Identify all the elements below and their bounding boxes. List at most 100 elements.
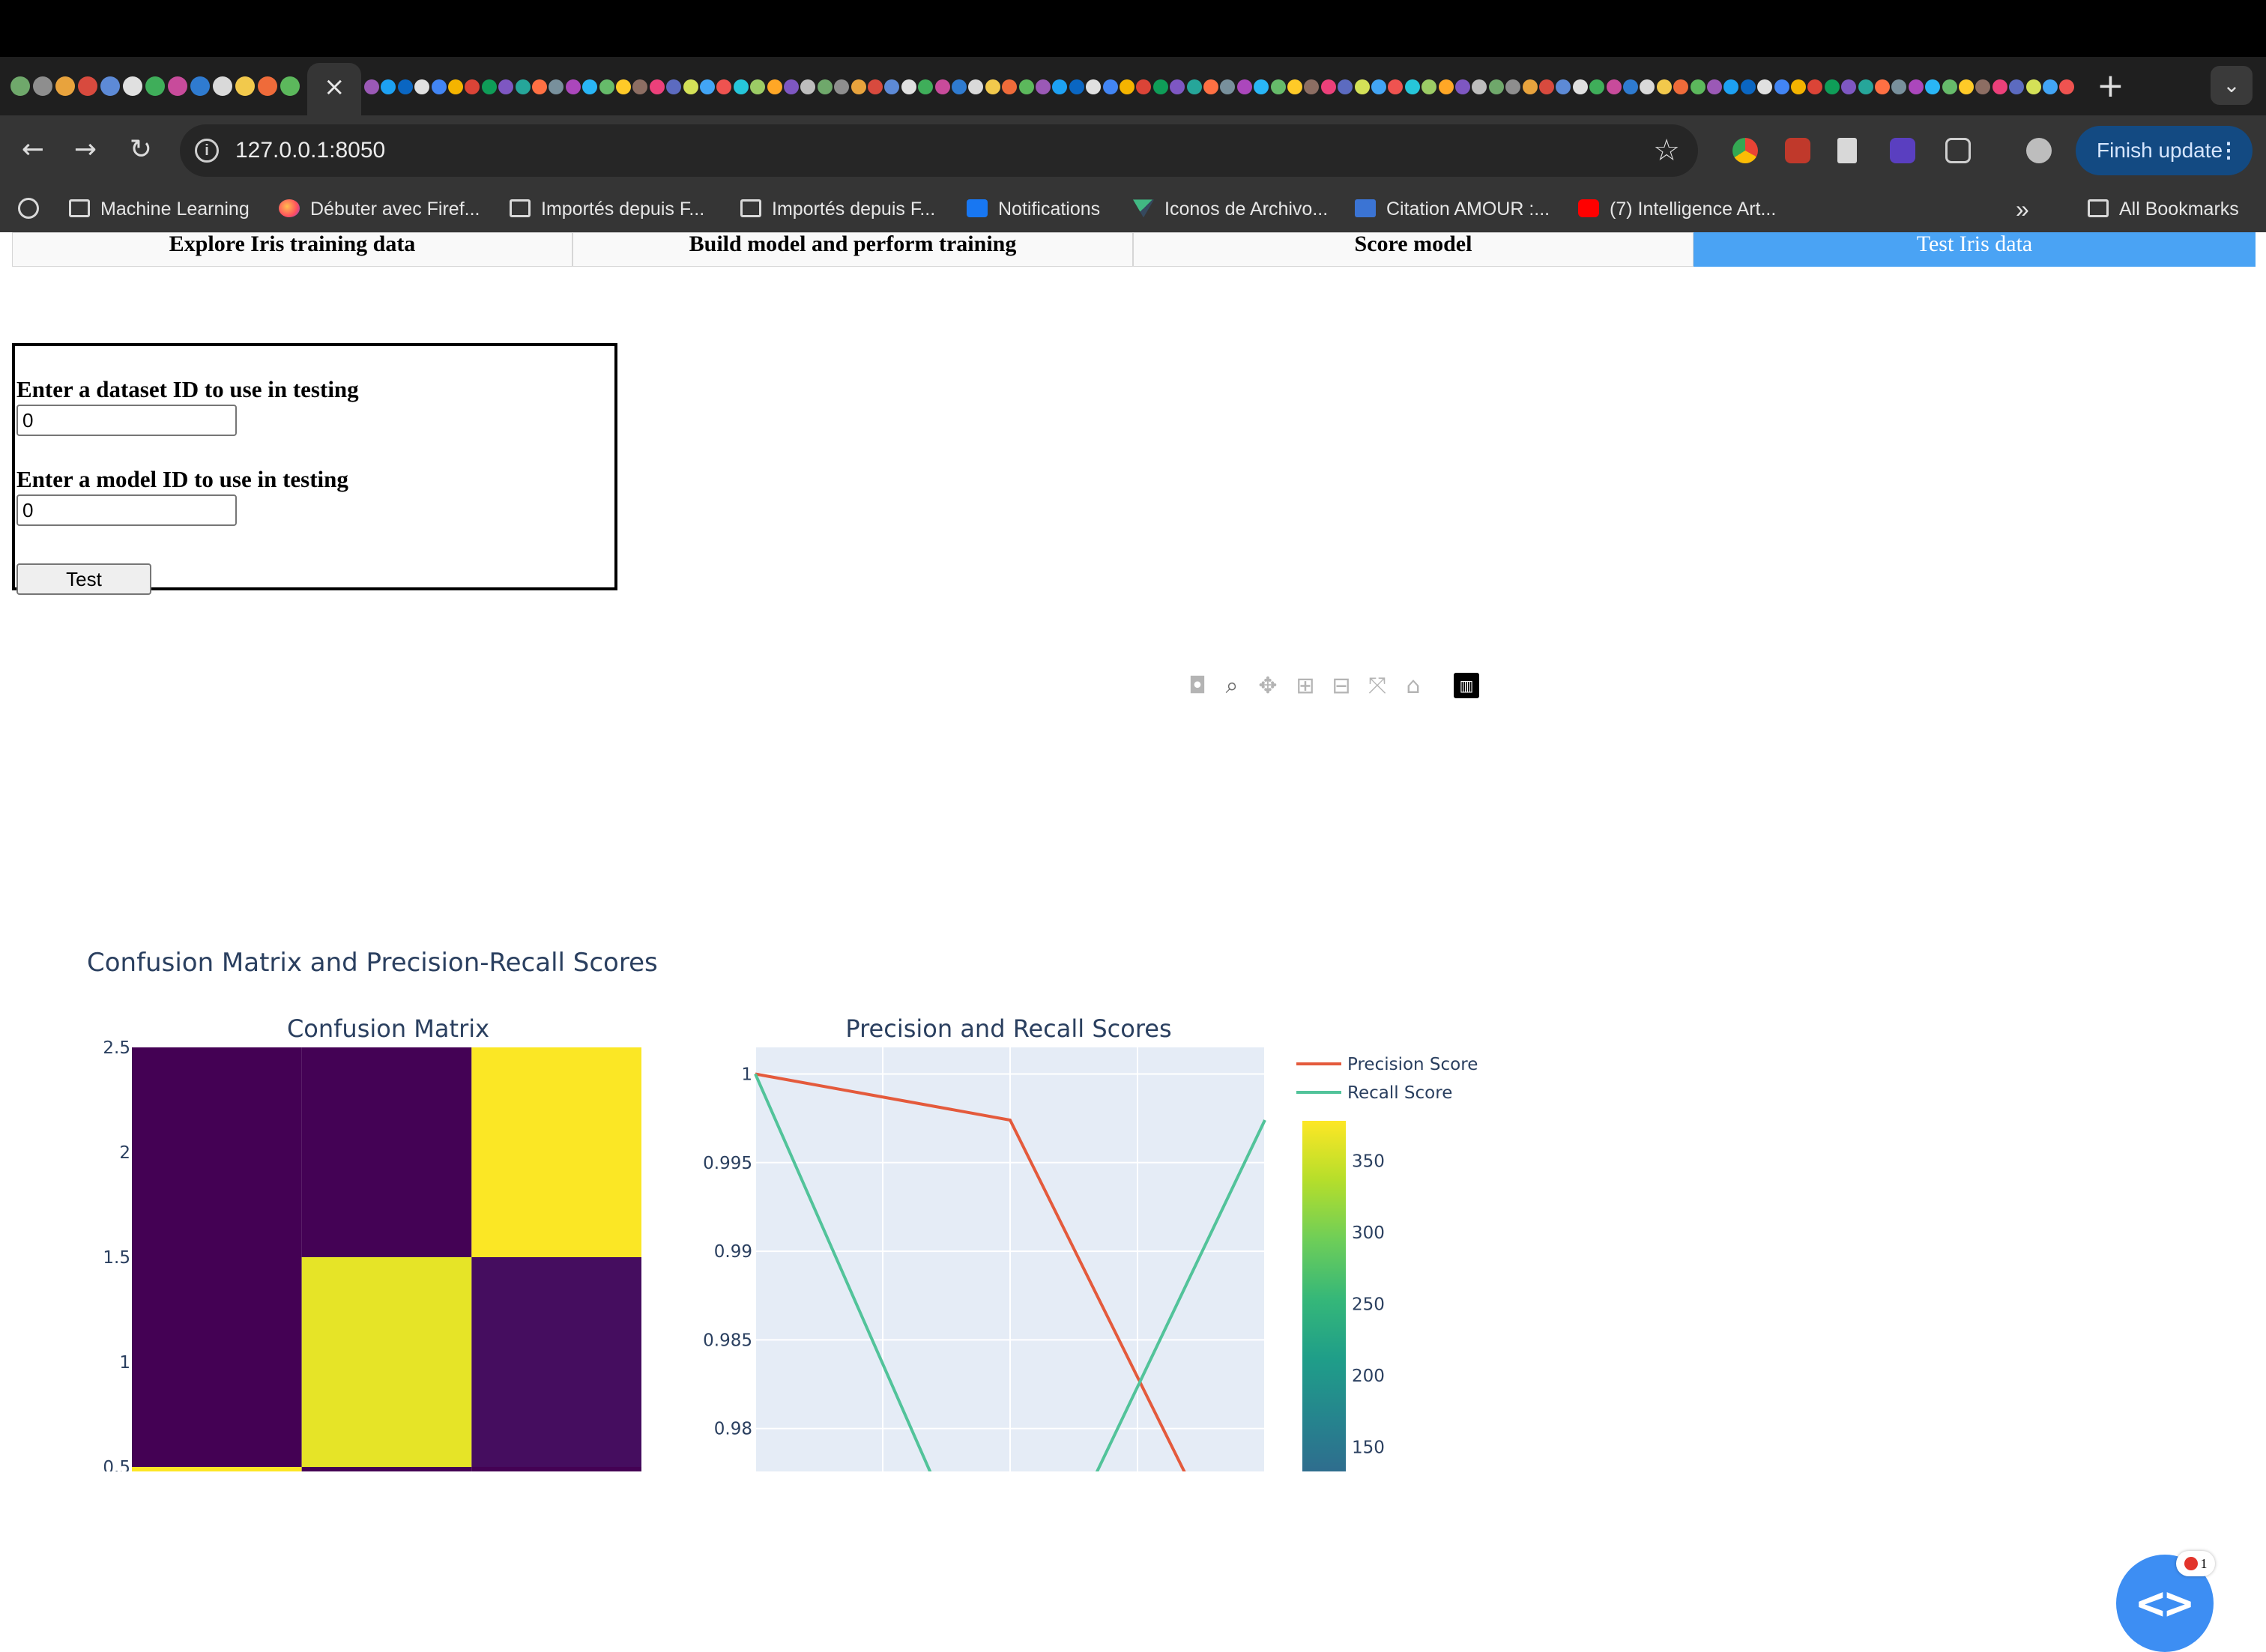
tab-favicon-icon[interactable] — [1707, 79, 1722, 94]
tab-favicon-icon[interactable] — [1807, 79, 1823, 94]
download-extension-icon[interactable] — [1890, 138, 1915, 163]
tab-favicon-icon[interactable] — [1472, 79, 1487, 94]
tab-favicon-icon[interactable] — [632, 79, 648, 94]
new-tab-button[interactable]: + — [2097, 69, 2124, 103]
tab-favicon-icon[interactable] — [1304, 79, 1320, 94]
tab-favicon-icon[interactable] — [481, 79, 497, 94]
bookmark-globe-icon[interactable] — [18, 186, 49, 232]
tab-favicon-icon[interactable] — [850, 79, 866, 94]
extensions-puzzle-icon[interactable] — [1945, 138, 1971, 163]
tab-favicon-icon[interactable] — [1136, 79, 1152, 94]
plotly-logo-icon[interactable]: ▥ — [1454, 673, 1479, 698]
tab-favicon-icon[interactable] — [1824, 79, 1840, 94]
tab-favicon-icon[interactable] — [1858, 79, 1873, 94]
test-button[interactable]: Test — [16, 563, 151, 595]
tab-favicon-icon[interactable] — [1740, 79, 1756, 94]
tab-favicon-icon[interactable] — [1002, 79, 1018, 94]
tab-favicon-icon[interactable] — [1959, 79, 1974, 94]
tab-favicon-icon[interactable] — [1640, 79, 1655, 94]
tab-favicon-icon[interactable] — [448, 79, 463, 94]
all-bookmarks[interactable]: All Bookmarks — [2088, 186, 2239, 232]
tab-favicon-icon[interactable] — [1236, 79, 1252, 94]
tab-favicon-icon[interactable] — [1170, 79, 1185, 94]
pan-icon[interactable]: ✥ — [1254, 673, 1281, 700]
bookmark-star-icon[interactable]: ☆ — [1653, 130, 1680, 171]
tab-favicon-icon[interactable] — [397, 79, 413, 94]
tab-build-model[interactable]: Build model and perform training — [572, 232, 1133, 267]
tab-favicon-icon[interactable] — [1723, 79, 1739, 94]
tab-favicon-icon[interactable] — [2025, 79, 2041, 94]
tab-favicon-icon[interactable] — [716, 79, 732, 94]
tab-favicon-icon[interactable] — [1287, 79, 1302, 94]
finish-update-button[interactable]: Finish update ⋮ — [2076, 126, 2253, 175]
tab-favicon-icon[interactable] — [1539, 79, 1554, 94]
tab-score-model[interactable]: Score model — [1133, 232, 1694, 267]
tab-favicon-icon[interactable] — [431, 79, 447, 94]
tab-favicon-icon[interactable] — [700, 79, 715, 94]
tab-favicon-icon[interactable] — [582, 79, 598, 94]
tab-favicon-icon[interactable] — [1220, 79, 1236, 94]
tab-favicon-icon[interactable] — [649, 79, 665, 94]
tab-favicon-icon[interactable] — [33, 76, 52, 96]
model-id-input[interactable]: 0 — [16, 494, 237, 526]
tab-favicon-icon[interactable] — [1354, 79, 1370, 94]
tab-favicon-icon[interactable] — [1404, 79, 1420, 94]
tab-favicon-icon[interactable] — [884, 79, 900, 94]
tab-favicon-icon[interactable] — [683, 79, 698, 94]
zoom-out-icon[interactable]: ⊟ — [1328, 673, 1355, 700]
profile-avatar[interactable] — [2026, 138, 2052, 163]
tab-favicon-icon[interactable] — [1774, 79, 1789, 94]
tab-favicon-icon[interactable] — [1438, 79, 1454, 94]
tab-favicon-icon[interactable] — [549, 79, 564, 94]
tab-favicon-icon[interactable] — [2043, 79, 2058, 94]
extension-icon[interactable] — [1785, 138, 1810, 163]
tab-favicon-icon[interactable] — [616, 79, 631, 94]
document-extension-icon[interactable] — [1837, 138, 1857, 163]
tab-favicon-icon[interactable] — [1572, 79, 1588, 94]
camera-icon[interactable]: ◘ — [1184, 673, 1211, 700]
tab-favicon-icon[interactable] — [1522, 79, 1538, 94]
bookmark-item[interactable]: Importés depuis F... — [740, 186, 935, 232]
tab-favicon-icon[interactable] — [1203, 79, 1218, 94]
bookmark-item[interactable]: Débuter avec Firef... — [279, 186, 480, 232]
tab-favicon-icon[interactable] — [1875, 79, 1890, 94]
tab-favicon-icon[interactable] — [1455, 79, 1470, 94]
tab-search-button[interactable]: ⌄ — [2211, 66, 2253, 105]
tab-favicon-icon[interactable] — [767, 79, 782, 94]
tab-favicon-icon[interactable] — [1338, 79, 1353, 94]
tab-favicon-icon[interactable] — [1270, 79, 1286, 94]
tab-favicon-icon[interactable] — [1606, 79, 1622, 94]
tab-favicon-icon[interactable] — [1505, 79, 1521, 94]
tab-favicon-icon[interactable] — [1371, 79, 1386, 94]
tab-favicon-icon[interactable] — [1925, 79, 1941, 94]
tab-favicon-icon[interactable] — [1992, 79, 2007, 94]
tab-favicon-icon[interactable] — [515, 79, 531, 94]
tab-favicon-icon[interactable] — [498, 79, 514, 94]
address-bar[interactable]: i 127.0.0.1:8050 ☆ — [180, 124, 1698, 177]
bookmark-item[interactable]: Notifications — [967, 186, 1100, 232]
bookmark-item[interactable]: (7) Intelligence Art... — [1578, 186, 1776, 232]
tab-favicon-icon[interactable] — [1589, 79, 1605, 94]
zoom-icon[interactable]: ⌕ — [1218, 673, 1245, 700]
chrome-extension-icon[interactable] — [1732, 138, 1758, 163]
tab-favicon-icon[interactable] — [1254, 79, 1269, 94]
back-icon[interactable]: ← — [13, 130, 52, 169]
tab-favicon-icon[interactable] — [168, 76, 187, 96]
tab-favicon-icon[interactable] — [1791, 79, 1806, 94]
bookmark-item[interactable]: Citation AMOUR :... — [1355, 186, 1550, 232]
bookmark-item[interactable]: Iconos de Archivo... — [1133, 186, 1328, 232]
tab-favicon-icon[interactable] — [55, 76, 75, 96]
tab-favicon-icon[interactable] — [258, 76, 277, 96]
tab-favicon-icon[interactable] — [1186, 79, 1202, 94]
tab-favicon-icon[interactable] — [2009, 79, 2025, 94]
tab-favicon-icon[interactable] — [2059, 79, 2075, 94]
tab-favicon-icon[interactable] — [1891, 79, 1907, 94]
close-tab-icon[interactable]: × — [324, 72, 345, 102]
tab-favicon-icon[interactable] — [1018, 79, 1034, 94]
tab-favicon-icon[interactable] — [532, 79, 547, 94]
tab-favicon-icon[interactable] — [733, 79, 749, 94]
tab-favicon-icon[interactable] — [784, 79, 799, 94]
tab-favicon-icon[interactable] — [1488, 79, 1504, 94]
tab-favicon-icon[interactable] — [1623, 79, 1638, 94]
tab-favicon-icon[interactable] — [1421, 79, 1437, 94]
